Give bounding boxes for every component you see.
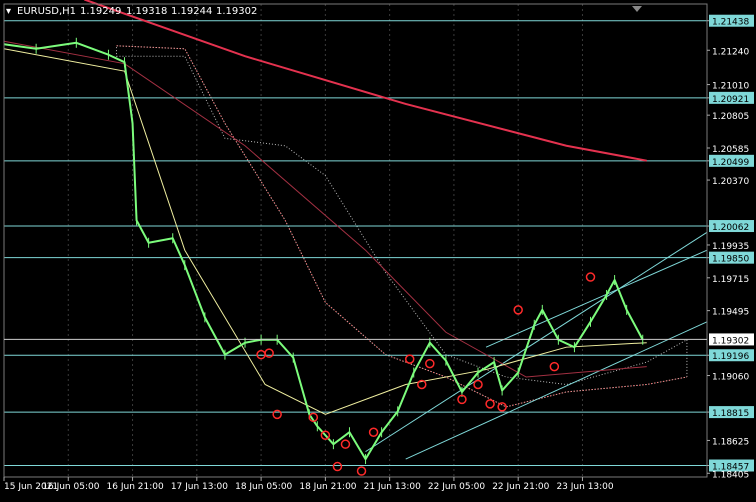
price-chart[interactable]: 1.21438 1.21240 1.21010 1.20921 1.20805 1.205… (0, 0, 756, 498)
ohlc-open: 1.19249 (80, 6, 121, 17)
x-tick-label: 16 Jun 05:00 (42, 482, 99, 492)
y-tick-label: 1.21010 (712, 82, 749, 92)
y-tick-label: 1.19060 (712, 373, 749, 383)
level-label: 1.21438 (712, 18, 749, 28)
y-tick-label: 1.21240 (712, 47, 749, 57)
level-label: 1.19196 (712, 352, 749, 362)
x-tick-label: 18 Jun 21:00 (299, 482, 356, 492)
ohlc-high: 1.19318 (126, 6, 167, 17)
y-tick-label: 1.20585 (712, 145, 749, 155)
y-tick-label: 1.18405 (712, 470, 749, 480)
x-tick-label: 22 Jun 21:00 (492, 482, 549, 492)
x-tick-label: 22 Jun 05:00 (428, 482, 485, 492)
y-tick-label: 1.20370 (712, 177, 749, 187)
x-tick-label: 23 Jun 13:00 (556, 482, 613, 492)
y-tick-label: 1.18625 (712, 437, 749, 447)
current-price-label: 1.19302 (712, 336, 749, 346)
x-tick-label: 17 Jun 13:00 (171, 482, 228, 492)
x-tick-label: 18 Jun 05:00 (235, 482, 292, 492)
level-label: 1.19850 (712, 255, 749, 265)
level-label: 1.20499 (712, 158, 749, 168)
y-tick-label: 1.19715 (712, 275, 749, 285)
y-tick-label: 1.19935 (712, 242, 749, 252)
ohlc-close: 1.19302 (216, 6, 257, 17)
symbol-dropdown-icon[interactable]: ▾ (6, 6, 11, 17)
level-label: 1.18815 (712, 409, 749, 419)
y-tick-label: 1.20805 (712, 112, 749, 122)
chart-background (0, 0, 756, 498)
x-tick-label: 21 Jun 13:00 (364, 482, 421, 492)
level-label: 1.20062 (712, 223, 749, 233)
chart-canvas[interactable]: 1.21438 1.21240 1.21010 1.20921 1.20805 1.205… (0, 0, 756, 498)
level-label: 1.20921 (712, 95, 749, 105)
x-tick-label: 16 Jun 21:00 (107, 482, 164, 492)
symbol-label: EURUSD,H1 (17, 6, 76, 17)
ohlc-low: 1.19244 (171, 6, 212, 17)
y-tick-label: 1.19495 (712, 308, 749, 318)
